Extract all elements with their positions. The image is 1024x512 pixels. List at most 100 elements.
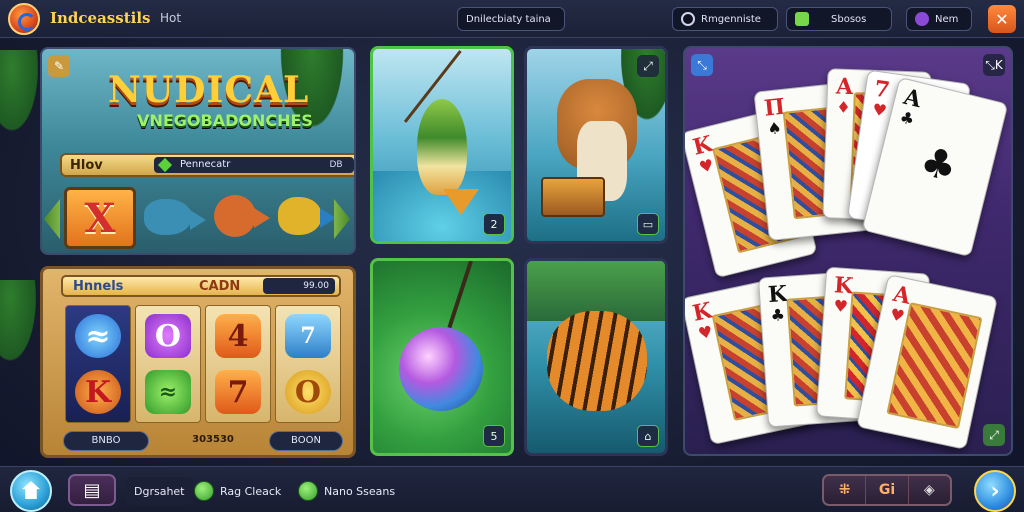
candy-slot-header: Hnnels CADN 99.00 (61, 275, 341, 297)
card-rank: K (767, 280, 789, 309)
candy-slot-footer: BNBO 303530 BOON (63, 431, 343, 453)
action-button-1[interactable]: ⁜ (824, 476, 867, 504)
reel: O ≈ (135, 305, 201, 423)
tile-badge[interactable]: ▭ (637, 213, 659, 235)
top-bar: Indceasstils Hot Dnilecbiaty taina Rmgen… (0, 0, 1024, 38)
expand-icon[interactable]: ⤢ (637, 55, 659, 77)
game-lobby: Indceasstils Hot Dnilecbiaty taina Rmgen… (0, 0, 1024, 512)
slot-balance: 99.00 (263, 278, 335, 294)
bet-row-small[interactable]: DB (318, 157, 354, 173)
action-button-group: ⁜ Gi ◈ (822, 474, 952, 506)
leaf-symbol: ≈ (145, 370, 191, 414)
brand-title: Indceasstils (50, 9, 151, 27)
fishing-line (447, 261, 473, 329)
treasure-chest (541, 177, 605, 217)
palm-decoration (0, 50, 42, 140)
card-suit: ♦ (835, 97, 851, 118)
nav-item-3[interactable]: Nano Sseans (298, 477, 395, 505)
four-symbol: 4 (215, 314, 261, 358)
gem-pill[interactable]: Nem (906, 7, 972, 31)
card-suit: ♠ (766, 118, 783, 139)
o-symbol: O (145, 314, 191, 358)
reel: 4 7 (205, 305, 271, 423)
card-suit: ♣ (897, 107, 917, 130)
slot-title: NUDICAL (108, 69, 310, 111)
nav-item-3-label: Nano Sseans (324, 484, 396, 498)
tile-badge[interactable]: 5 (483, 425, 505, 447)
gem-symbol: ≈ (75, 314, 121, 358)
bobber-art (399, 327, 483, 411)
foot-value-1[interactable]: BNBO (63, 431, 149, 451)
search-label: Dnilecbiaty taina (466, 13, 551, 25)
foot-value-3[interactable]: BOON (269, 431, 343, 451)
fish-symbol (278, 197, 336, 235)
green-orb-icon (298, 481, 318, 501)
logo-icon[interactable] (8, 3, 40, 35)
seven-symbol: 7 (215, 370, 261, 414)
bottom-bar: ▤ Dgrsahet Rag Cleack Nano Sseans ⁜ Gi ◈… (0, 466, 1024, 512)
treasure-game-tile[interactable]: ⤢ ▭ (524, 46, 668, 244)
menu-button[interactable]: ▤ (68, 474, 116, 506)
tile-badge[interactable]: ⌂ (637, 425, 659, 447)
tiger-game-tile[interactable]: ⌂ (524, 258, 668, 456)
fish-symbol (144, 199, 206, 235)
hot-tab[interactable]: Hot (160, 11, 181, 25)
map-symbol: 7 (285, 314, 331, 358)
slot-subtitle: VNEGOBADONCHES (137, 111, 313, 130)
action-button-2[interactable]: Gi (866, 476, 909, 504)
card-panel-right-icon[interactable]: ⤡K (983, 54, 1005, 76)
close-button[interactable]: ✕ (988, 5, 1016, 33)
balance-pill-1[interactable]: Rmgenniste (672, 7, 778, 31)
balance-pill-2[interactable]: Sbosos (786, 7, 892, 31)
card-rank: 7 (872, 75, 892, 104)
nav-item-1[interactable]: Dgrsahet (126, 477, 193, 505)
bobber-game-tile[interactable]: 5 (370, 258, 514, 456)
gem-icon (915, 12, 929, 26)
candy-slot-panel[interactable]: Hnnels CADN 99.00 ≈ K O ≈ 4 7 7 O BNBO 3… (40, 266, 356, 458)
prev-arrow-icon[interactable] (44, 199, 60, 239)
slot-reels: ≈ K O ≈ 4 7 7 O (65, 305, 341, 423)
coin-icon (681, 12, 695, 26)
palm-decoration (0, 280, 40, 370)
green-orb-icon (194, 481, 214, 501)
bet-row: Hlov Pennecatr DB (60, 153, 354, 177)
bet-row-value[interactable]: Pennecatr (154, 157, 324, 173)
tile-badge[interactable]: 2 (483, 213, 505, 235)
home-icon[interactable] (10, 470, 52, 512)
bet-row-label: Hlov (70, 158, 103, 173)
slot-name: Hnnels (73, 279, 124, 294)
card-rank: K (690, 297, 715, 327)
next-arrow-icon[interactable] (334, 199, 350, 239)
fishing-slot-panel[interactable]: ✎ NUDICAL VNEGOBADONCHES Hlov Pennecatr … (40, 47, 356, 255)
coin-symbol: O (285, 370, 331, 414)
x-symbol-tile: X (64, 187, 136, 249)
foot-value-2: 303530 (192, 434, 234, 445)
card-suit: ♥ (871, 99, 889, 121)
nav-item-1-label: Dgrsahet (134, 484, 185, 498)
reel: 7 O (275, 305, 341, 423)
cards-panel[interactable]: ⤡ ⤡K K ♥ Π ♠ A ♦ 7 ♥ ♥ A ♣ ♣ K (683, 46, 1013, 456)
tiger-art (547, 311, 647, 411)
card-panel-left-icon[interactable]: ⤡ (691, 54, 713, 76)
card-suit: ♥ (697, 155, 716, 177)
reel: ≈ K (65, 305, 131, 423)
fish-art (417, 99, 467, 195)
k-symbol: K (75, 370, 121, 414)
card-rank: A (835, 73, 854, 101)
balance-2-label: Sbosos (831, 13, 867, 25)
search-pill[interactable]: Dnilecbiaty taina (457, 7, 565, 31)
card-suit: ♥ (888, 304, 907, 327)
favorite-icon[interactable]: ✎ (48, 55, 70, 77)
card-panel-bottom-icon[interactable]: ⤢ (983, 424, 1005, 446)
slot-mode: CADN (199, 279, 241, 294)
cash-icon (795, 12, 809, 26)
fishing-game-tile[interactable]: 2 (370, 46, 514, 244)
fish-symbol (214, 195, 270, 237)
next-button[interactable]: › (974, 470, 1016, 512)
balance-1-label: Rmgenniste (701, 13, 761, 25)
card-pip: ♣ (915, 138, 962, 192)
gem-label: Nem (935, 13, 959, 25)
card-rank: K (690, 130, 716, 161)
action-button-3[interactable]: ◈ (909, 476, 950, 504)
nav-item-2[interactable]: Rag Cleack (194, 477, 281, 505)
